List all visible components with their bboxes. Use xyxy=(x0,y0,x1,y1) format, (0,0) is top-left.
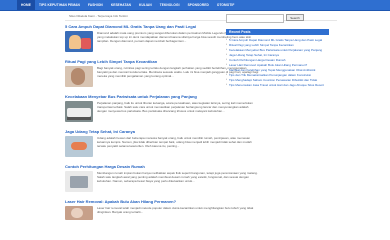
recent-posts-title: Recent Posts xyxy=(226,29,329,35)
post-title[interactable]: Jaga Udang Tetap Sehat, Ini Caranya xyxy=(65,129,337,134)
nav-item-kulian[interactable]: KULIAN xyxy=(135,0,156,10)
post-thumbnail[interactable] xyxy=(65,66,93,87)
post-item: Contoh Perhitungan Harga Desain Rumah Me… xyxy=(65,164,337,193)
post-title[interactable]: Kecelakaan Menyebar Bus Pariwisata untuk… xyxy=(65,94,337,99)
post-item: Jaga Udang Tetap Sehat, Ini Caranya Udan… xyxy=(65,129,337,158)
search-button[interactable]: Search xyxy=(286,14,304,21)
post-thumbnail[interactable] xyxy=(65,206,93,220)
post-thumbnail[interactable] xyxy=(65,101,93,122)
post-excerpt: Laser hair removal telah menjadi metode … xyxy=(97,206,254,214)
main-nav: HOME TIPS KEPUTIHAN PEMAN FASHION KESEHA… xyxy=(0,0,390,10)
search-area: Search xyxy=(226,14,329,23)
nav-item-home[interactable]: HOME xyxy=(17,0,35,10)
search-input[interactable] xyxy=(226,14,284,23)
post-thumbnail[interactable] xyxy=(65,31,93,52)
post-excerpt: Udang adalah hewan dari beberapa manusia… xyxy=(97,136,252,148)
post-excerpt: Perjalanan panjang, baik itu untuk libur… xyxy=(97,101,253,113)
nav-item-tips[interactable]: TIPS KEPUTIHAN PEMAN xyxy=(35,0,84,10)
post-thumbnail[interactable] xyxy=(65,171,93,192)
nav-item-otomotif[interactable]: OTOMOTIF xyxy=(213,0,239,10)
recent-post-link[interactable]: Tips Menemukan Jasa Travel untuk Hari da… xyxy=(226,82,329,87)
post-item: Kecelakaan Menyebar Bus Pariwisata untuk… xyxy=(65,94,337,123)
nav-item-kesehatan[interactable]: KESEHATAN xyxy=(107,0,135,10)
top-nav-bar: HOME TIPS KEPUTIHAN PEMAN FASHION KESEHA… xyxy=(0,0,390,11)
nav-item-teknologi[interactable]: TEKNOLOGI xyxy=(156,0,184,10)
sidebar: Search Recent Posts 5 Cara Ampuh Dapat D… xyxy=(226,12,329,87)
post-title[interactable]: Contoh Perhitungan Harga Desain Rumah xyxy=(65,164,337,169)
nav-item-fashion[interactable]: FASHION xyxy=(84,0,107,10)
recent-posts-list: 5 Cara Ampuh Dapat Diamond ML Gratis Tan… xyxy=(226,37,329,87)
post-title[interactable]: Laser Hair Removal: Apakah Bulu Akan Hil… xyxy=(65,199,337,204)
post-excerpt: Membangun rumah impian bukan hanya melib… xyxy=(97,171,258,183)
post-thumbnail[interactable] xyxy=(65,136,93,157)
post-item: Laser Hair Removal: Apakah Bulu Akan Hil… xyxy=(65,199,337,220)
nav-item-sponsored[interactable]: SPONSORED xyxy=(184,0,213,10)
